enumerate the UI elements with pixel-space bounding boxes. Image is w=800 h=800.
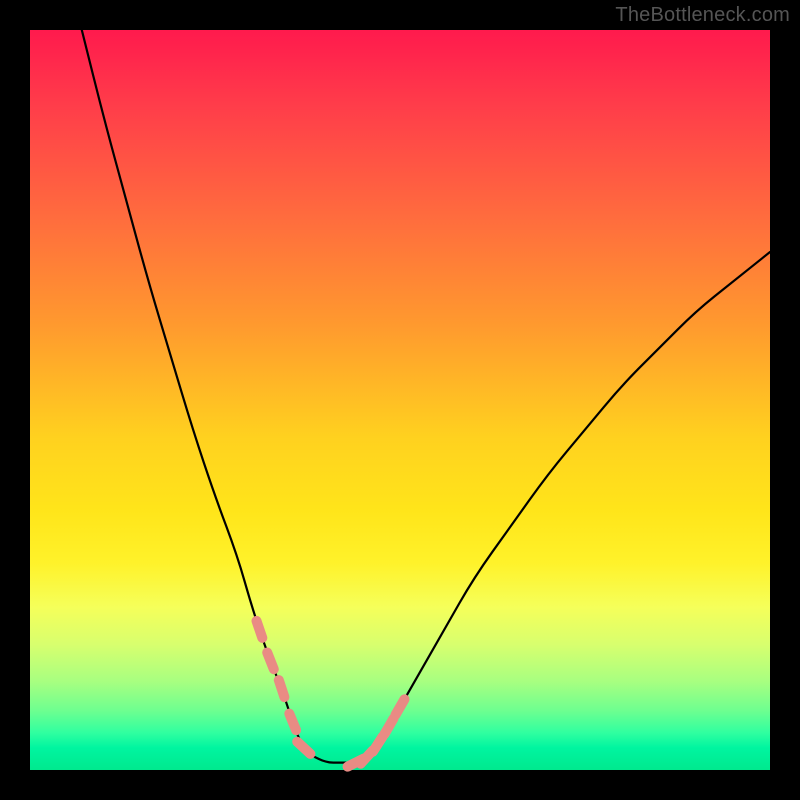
curve-layer [30, 30, 770, 770]
trough-marker-tick [297, 742, 310, 754]
bottleneck-curve [82, 30, 770, 763]
trough-marker-tick [257, 621, 263, 638]
watermark-text: TheBottleneck.com [615, 4, 790, 27]
trough-marker-tick [373, 737, 383, 752]
trough-marker-tick [267, 653, 274, 670]
chart-frame: TheBottleneck.com [0, 0, 800, 800]
trough-marker-tick [289, 714, 296, 731]
trough-markers [257, 621, 405, 767]
plot-area [30, 30, 770, 770]
trough-marker-tick [384, 719, 393, 735]
trough-marker-tick [279, 680, 285, 697]
trough-marker-tick [396, 699, 405, 715]
